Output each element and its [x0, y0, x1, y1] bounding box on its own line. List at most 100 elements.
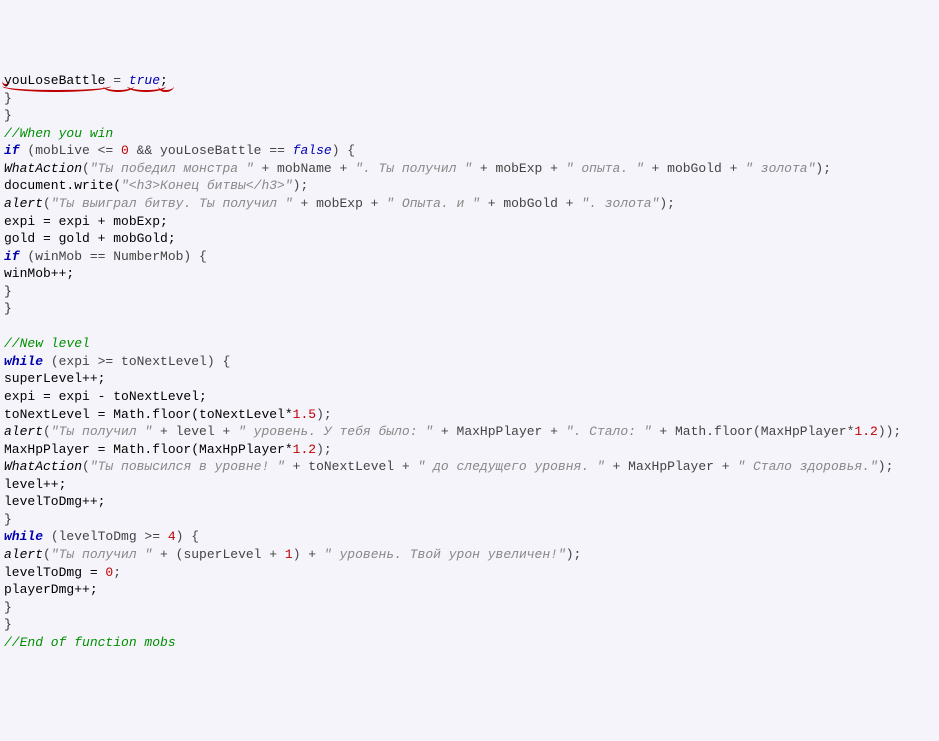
- code-token: gold = gold + mobGold;: [4, 231, 176, 246]
- code-line: superLevel++;: [4, 370, 935, 388]
- code-token: (: [82, 161, 90, 176]
- code-token: //When you win: [4, 126, 113, 141]
- code-token: alert: [4, 424, 43, 439]
- code-token: "Ты победил монстра ": [90, 161, 254, 176]
- code-token: while: [4, 529, 43, 544]
- code-line: youLoseBattle = true;: [4, 72, 935, 90]
- code-token: MaxHpPlayer = Math.floor(MaxHpPlayer*: [4, 442, 293, 457]
- code-line: levelToDmg = 0;: [4, 564, 935, 582]
- code-token: (: [43, 547, 51, 562]
- code-token: }: [4, 91, 12, 106]
- code-token: expi = expi + mobExp;: [4, 214, 168, 229]
- code-token: expi = expi - toNextLevel;: [4, 389, 207, 404]
- code-token: );: [659, 196, 675, 211]
- code-token: " Стало здоровья.": [737, 459, 877, 474]
- code-token: 1.2: [293, 442, 316, 457]
- code-line: document.write("<h3>Конец битвы</h3>");: [4, 177, 935, 195]
- code-token: document.write(: [4, 178, 121, 193]
- code-token: + mobGold +: [480, 196, 581, 211]
- code-token: //End of function mobs: [4, 635, 176, 650]
- code-token: level++;: [4, 477, 66, 492]
- code-token: (mobLive <=: [20, 143, 121, 158]
- code-line: if (winMob == NumberMob) {: [4, 248, 935, 266]
- code-token: youLoseBattle: [4, 72, 105, 90]
- code-token: levelToDmg =: [4, 565, 105, 580]
- code-token: " Опыта. и ": [386, 196, 480, 211]
- code-token: =: [105, 72, 128, 90]
- code-line: alert("Ты получил " + level + " уровень.…: [4, 423, 935, 441]
- code-token: }: [4, 512, 12, 527]
- code-token: //New level: [4, 336, 90, 351]
- code-line: }: [4, 616, 935, 634]
- code-token: 0: [121, 143, 129, 158]
- code-line: playerDmg++;: [4, 581, 935, 599]
- code-token: "<h3>Конец битвы</h3>": [121, 178, 293, 193]
- code-line: WhatAction("Ты повысился в уровне! " + t…: [4, 458, 935, 476]
- code-token: (expi >= toNextLevel) {: [43, 354, 230, 369]
- code-token: winMob++;: [4, 266, 74, 281]
- code-line: winMob++;: [4, 265, 935, 283]
- code-token: ));: [878, 424, 901, 439]
- code-token: "Ты получил ": [51, 424, 152, 439]
- code-token: toNextLevel = Math.floor(toNextLevel*: [4, 407, 293, 422]
- code-token: + mobExp +: [293, 196, 387, 211]
- code-token: "Ты выиграл битву. Ты получил ": [51, 196, 293, 211]
- code-token: alert: [4, 196, 43, 211]
- code-line: if (mobLive <= 0 && youLoseBattle == fal…: [4, 142, 935, 160]
- code-token: ) {: [332, 143, 355, 158]
- code-token: " золота": [745, 161, 815, 176]
- code-token: ". Ты получил ": [355, 161, 472, 176]
- code-line: }: [4, 599, 935, 617]
- code-token: "Ты получил ": [51, 547, 152, 562]
- code-token: );: [293, 178, 309, 193]
- code-line: toNextLevel = Math.floor(toNextLevel*1.5…: [4, 406, 935, 424]
- code-line: expi = expi + mobExp;: [4, 213, 935, 231]
- code-token: + MaxHpPlayer +: [605, 459, 738, 474]
- code-line: while (levelToDmg >= 4) {: [4, 528, 935, 546]
- code-token: }: [4, 284, 12, 299]
- code-token: while: [4, 354, 43, 369]
- code-line: level++;: [4, 476, 935, 494]
- code-token: 4: [168, 529, 176, 544]
- code-token: && youLoseBattle ==: [129, 143, 293, 158]
- code-token: ;: [160, 72, 168, 90]
- code-line: levelToDmg++;: [4, 493, 935, 511]
- code-token: ;: [113, 565, 121, 580]
- code-token: }: [4, 600, 12, 615]
- code-token: + toNextLevel +: [285, 459, 418, 474]
- code-token: + Math.floor(MaxHpPlayer*: [652, 424, 855, 439]
- code-token: if: [4, 249, 20, 264]
- code-token: ) +: [293, 547, 324, 562]
- code-token: (winMob == NumberMob) {: [20, 249, 207, 264]
- code-token: + MaxHpPlayer +: [433, 424, 566, 439]
- code-token: WhatAction: [4, 459, 82, 474]
- code-token: 1.5: [293, 407, 316, 422]
- code-token: (: [82, 459, 90, 474]
- code-token: ". Стало: ": [566, 424, 652, 439]
- code-line: //End of function mobs: [4, 634, 935, 652]
- code-line: MaxHpPlayer = Math.floor(MaxHpPlayer*1.2…: [4, 441, 935, 459]
- code-token: );: [566, 547, 582, 562]
- code-token: " опыта. ": [566, 161, 644, 176]
- code-line: alert("Ты получил " + (superLevel + 1) +…: [4, 546, 935, 564]
- code-line: //When you win: [4, 125, 935, 143]
- code-line: expi = expi - toNextLevel;: [4, 388, 935, 406]
- code-token: );: [316, 442, 332, 457]
- code-token: (: [43, 424, 51, 439]
- code-token: + level +: [152, 424, 238, 439]
- code-token: " уровень. У тебя было: ": [238, 424, 433, 439]
- code-block: youLoseBattle = true;}}//When you winif …: [4, 72, 935, 651]
- code-token: }: [4, 617, 12, 632]
- code-token: 1: [285, 547, 293, 562]
- code-line: //New level: [4, 335, 935, 353]
- code-token: true: [129, 72, 160, 90]
- code-token: WhatAction: [4, 161, 82, 176]
- code-token: " уровень. Твой урон увеличен!": [324, 547, 566, 562]
- code-token: );: [815, 161, 831, 176]
- code-token: ". золота": [581, 196, 659, 211]
- code-token: 1.2: [854, 424, 877, 439]
- code-line: }: [4, 511, 935, 529]
- code-token: if: [4, 143, 20, 158]
- code-line: }: [4, 300, 935, 318]
- code-token: "Ты повысился в уровне! ": [90, 459, 285, 474]
